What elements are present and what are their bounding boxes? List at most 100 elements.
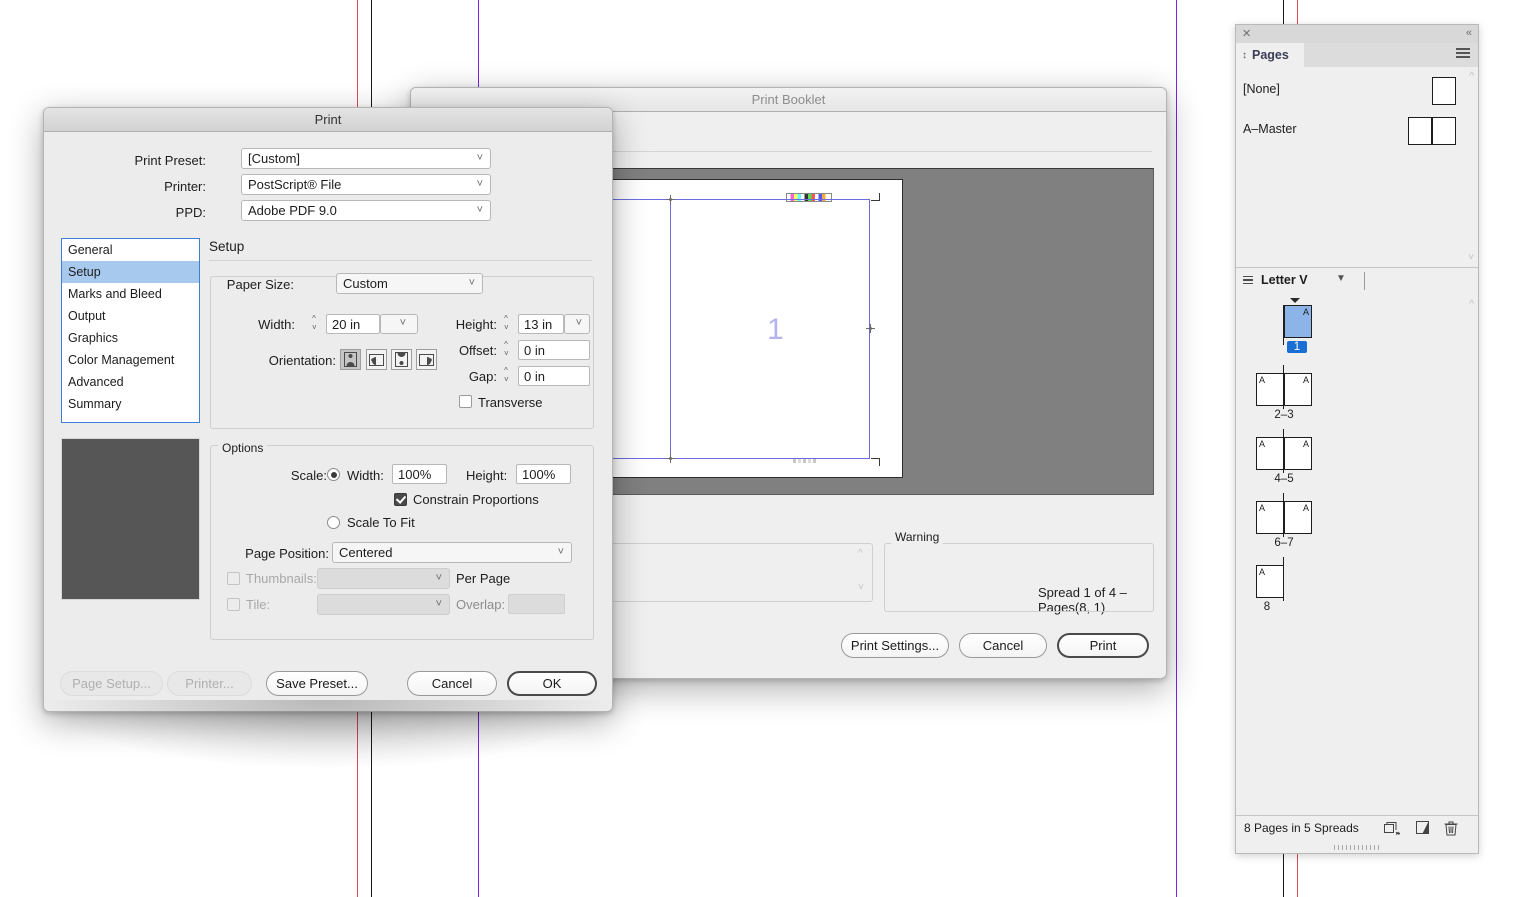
offset-stepper[interactable]: ^ ˅ <box>504 340 515 360</box>
spread-item-2-3[interactable]: A A 2–3 <box>1236 365 1478 429</box>
nav-item-setup[interactable]: Setup <box>62 261 199 283</box>
paper-height-stepper[interactable]: ^ ˅ <box>504 314 515 334</box>
page-thumb-3[interactable]: A <box>1284 373 1312 406</box>
booklet-cancel-button[interactable]: Cancel <box>959 633 1047 658</box>
tile-checkbox[interactable] <box>227 598 240 611</box>
ppd-label: PPD: <box>175 205 206 220</box>
master-thumb-none[interactable] <box>1432 77 1456 105</box>
spread-item-1[interactable]: A 1 <box>1236 295 1478 363</box>
stepper-down-icon[interactable]: ˅ <box>504 350 509 358</box>
panel-resize-gripper[interactable] <box>1236 842 1478 853</box>
master-row-none[interactable]: [None] <box>1236 75 1478 109</box>
thumbnails-label: Thumbnails: <box>246 571 317 586</box>
stepper-up-icon[interactable]: ^ <box>504 315 508 323</box>
printer-select[interactable]: PostScript® File ˅ <box>241 174 491 195</box>
new-page-icon[interactable] <box>1384 821 1400 836</box>
orientation-portrait-button[interactable] <box>340 349 361 370</box>
save-preset-button[interactable]: Save Preset... <box>266 671 368 696</box>
page-thumb-1[interactable]: A <box>1284 305 1312 338</box>
paper-height-field[interactable]: 13 in <box>518 314 564 334</box>
printer-button[interactable]: Printer... <box>167 671 252 696</box>
spread-item-6-7[interactable]: A A 6–7 <box>1236 493 1478 557</box>
stepper-up-icon[interactable]: ^ <box>312 315 316 323</box>
paper-width-field[interactable]: 20 in <box>326 314 380 334</box>
orientation-landscape-button[interactable] <box>366 349 387 370</box>
master-thumb-a-right[interactable] <box>1432 117 1456 145</box>
tab-pages[interactable]: ↕ Pages <box>1236 43 1305 67</box>
page-thumb-2[interactable]: A <box>1256 373 1284 406</box>
pages-panel[interactable]: ✕ « ↕ Pages [None] A–Master ^ ˅ Letter V… <box>1235 24 1479 854</box>
paper-width-unit-select[interactable]: ˅ <box>380 314 418 334</box>
ppd-select[interactable]: Adobe PDF 9.0 ˅ <box>241 200 491 221</box>
gap-field[interactable]: 0 in <box>518 366 590 386</box>
page-position-select[interactable]: Centered ˅ <box>332 542 572 563</box>
thumbnails-checkbox[interactable] <box>227 572 240 585</box>
spread-caption-2-3[interactable]: 2–3 <box>1261 409 1307 421</box>
page-thumb-7[interactable]: A <box>1284 501 1312 534</box>
stepper-down-icon[interactable]: ˅ <box>504 324 509 332</box>
nav-item-general[interactable]: General <box>62 239 199 261</box>
print-dialog-titlebar[interactable]: Print <box>44 108 612 132</box>
print-dialog-ok-button[interactable]: OK <box>507 671 597 696</box>
masters-scroll-down-icon[interactable]: ˅ <box>1468 252 1474 263</box>
gap-stepper[interactable]: ^ ˅ <box>504 366 515 386</box>
chevron-down-icon[interactable]: ▼ <box>1336 273 1346 284</box>
paper-height-unit-select[interactable]: ˅ <box>564 314 590 334</box>
spread-item-8[interactable]: A 8 <box>1236 557 1478 621</box>
overlap-field[interactable] <box>508 594 565 614</box>
nav-item-advanced[interactable]: Advanced <box>62 371 199 393</box>
print-dialog-cancel-button[interactable]: Cancel <box>407 671 497 696</box>
page-thumb-4[interactable]: A <box>1256 437 1284 470</box>
scale-width-height-radio[interactable] <box>327 468 340 481</box>
collapse-panel-icon[interactable]: « <box>1466 27 1472 39</box>
nav-item-summary[interactable]: Summary <box>62 393 199 415</box>
paper-size-select[interactable]: Custom ˅ <box>336 273 483 294</box>
transverse-checkbox[interactable] <box>459 395 472 408</box>
pages-panel-topbar[interactable]: ✕ « <box>1236 25 1478 44</box>
delete-icon[interactable] <box>1444 821 1460 836</box>
master-row-a-master[interactable]: A–Master <box>1236 115 1478 149</box>
duplicate-spread-icon[interactable] <box>1416 821 1432 836</box>
spread-caption-8[interactable]: 8 <box>1252 601 1282 613</box>
offset-field[interactable]: 0 in <box>518 340 590 360</box>
page-setup-button[interactable]: Page Setup... <box>60 671 163 696</box>
paper-width-stepper[interactable]: ^ ˅ <box>312 314 323 334</box>
booklet-print-button[interactable]: Print <box>1057 633 1149 658</box>
close-icon[interactable]: ✕ <box>1242 27 1251 40</box>
page-thumb-8[interactable]: A <box>1256 565 1284 598</box>
nav-item-output[interactable]: Output <box>62 305 199 327</box>
orientation-portrait-flipped-button[interactable] <box>391 349 412 370</box>
master-thumb-a-left[interactable] <box>1408 117 1432 145</box>
page-position-value: Centered <box>339 545 393 560</box>
stepper-down-icon[interactable]: ˅ <box>312 324 317 332</box>
pages-list[interactable]: ^ A 1 A A 2–3 A A 4–5 A A 6–7 A 8 <box>1236 295 1478 840</box>
spread-caption-6-7[interactable]: 6–7 <box>1261 537 1307 549</box>
page-size-list-icon[interactable] <box>1243 276 1253 286</box>
stepper-up-icon[interactable]: ^ <box>504 341 508 349</box>
tile-mode-select[interactable]: ˅ <box>317 594 450 615</box>
thumbnails-per-page-select[interactable]: ˅ <box>317 568 450 589</box>
nav-item-color-management[interactable]: Color Management <box>62 349 199 371</box>
scale-to-fit-radio[interactable] <box>327 516 340 529</box>
spread-item-4-5[interactable]: A A 4–5 <box>1236 429 1478 493</box>
masters-scroll-up-icon[interactable]: ^ <box>1469 71 1474 82</box>
stepper-up-icon[interactable]: ^ <box>504 367 508 375</box>
panel-menu-icon[interactable] <box>1456 48 1470 59</box>
constrain-proportions-checkbox[interactable] <box>394 493 407 506</box>
scale-width-field[interactable]: 100% <box>392 464 447 484</box>
page-thumb-6[interactable]: A <box>1256 501 1284 534</box>
print-dialog-window[interactable]: Print Print Preset: [Custom] ˅ Printer: … <box>43 107 613 712</box>
print-dialog-nav-list[interactable]: General Setup Marks and Bleed Output Gra… <box>61 238 200 423</box>
scale-to-fit-label: Scale To Fit <box>347 515 415 530</box>
nav-item-marks-and-bleed[interactable]: Marks and Bleed <box>62 283 199 305</box>
page-thumb-5[interactable]: A <box>1284 437 1312 470</box>
scale-height-field[interactable]: 100% <box>516 464 571 484</box>
stepper-down-icon[interactable]: ˅ <box>504 376 509 384</box>
print-preset-select[interactable]: [Custom] ˅ <box>241 148 491 169</box>
page-size-bar[interactable]: Letter V ▼ <box>1236 268 1478 296</box>
masters-list[interactable]: [None] A–Master ^ ˅ <box>1236 67 1478 268</box>
spread-caption-4-5[interactable]: 4–5 <box>1261 473 1307 485</box>
nav-item-graphics[interactable]: Graphics <box>62 327 199 349</box>
print-settings-button[interactable]: Print Settings... <box>841 633 949 658</box>
spread-caption-1[interactable]: 1 <box>1287 341 1307 353</box>
